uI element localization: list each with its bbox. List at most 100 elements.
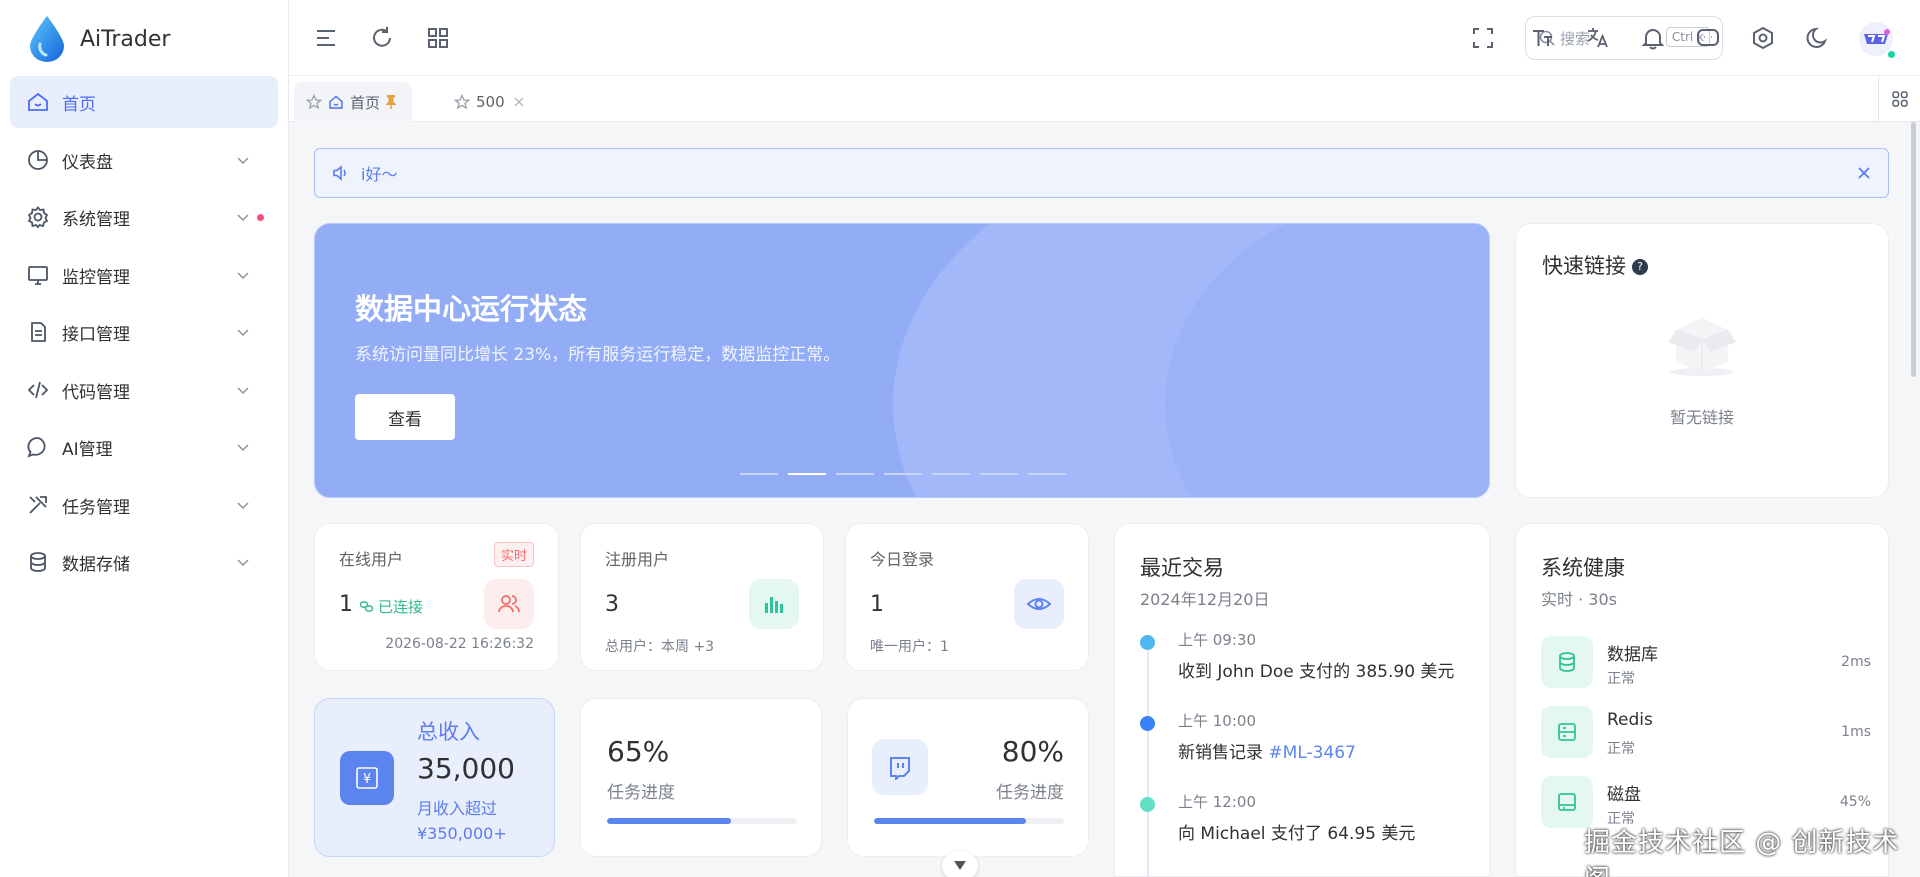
- tab-label: 500: [476, 93, 505, 111]
- font-size-icon[interactable]: [1530, 25, 1556, 51]
- chevron-down-icon: [234, 323, 252, 341]
- health-value: 45%: [1839, 794, 1871, 810]
- health-name: 磁盘: [1607, 785, 1641, 805]
- timeline-text: 向 Michael 支付了 64.95 美元: [1178, 824, 1416, 844]
- stat-value: 1: [870, 592, 884, 617]
- sidebar-item-label: 代码管理: [62, 382, 130, 403]
- home-icon: [328, 94, 344, 110]
- carousel-dot[interactable]: [932, 473, 970, 475]
- sidebar-item-api[interactable]: 接口管理: [10, 306, 278, 358]
- scroll-down-button[interactable]: [942, 851, 978, 877]
- carousel-dot[interactable]: [788, 473, 826, 475]
- scrollbar[interactable]: [1911, 122, 1916, 377]
- progress-fill: [874, 818, 1026, 824]
- star-icon[interactable]: [454, 94, 470, 110]
- progress-bar: [874, 818, 1064, 824]
- progress-bar: [607, 818, 797, 824]
- notice-bar: i好～: [314, 148, 1889, 198]
- sidebar-item-label: 任务管理: [62, 497, 130, 518]
- progress-fill: [607, 818, 731, 824]
- speaker-icon: [331, 163, 351, 183]
- fullscreen-icon[interactable]: [1470, 25, 1496, 51]
- task-progress-card-1: 65% 任务进度: [580, 698, 822, 857]
- sidebar: AiTrader 首页 仪表盘 系统管理 监控管理 接口管理 代码管理 AI管理…: [0, 0, 289, 877]
- card-title: 最近交易: [1140, 556, 1224, 580]
- bell-icon[interactable]: [1640, 25, 1666, 51]
- help-icon[interactable]: ?: [1632, 259, 1648, 275]
- realtime-badge: 实时: [493, 542, 534, 567]
- timeline-time: 上午 10:00: [1178, 712, 1256, 730]
- database-icon: [1541, 636, 1593, 688]
- banner-view-button[interactable]: 查看: [355, 394, 455, 440]
- health-name: 数据库: [1607, 645, 1658, 665]
- carousel-dot[interactable]: [980, 473, 1018, 475]
- chat-box-icon: [872, 739, 928, 795]
- empty-state-text: 暂无链接: [1669, 408, 1734, 427]
- chevron-down-icon: [234, 438, 252, 456]
- sidebar-item-label: 监控管理: [62, 267, 130, 288]
- banner-title: 数据中心运行状态: [355, 292, 588, 326]
- pin-icon[interactable]: [384, 94, 400, 110]
- sidebar-item-storage[interactable]: 数据存储: [10, 536, 278, 588]
- tab-label: 首页: [350, 93, 381, 112]
- stat-title: 在线用户: [339, 550, 404, 569]
- monitor-icon: [26, 263, 50, 287]
- stat-footnote: 唯一用户：1: [870, 639, 949, 655]
- tab-menu-button[interactable]: [1878, 76, 1920, 122]
- progress-label: 任务进度: [607, 783, 675, 803]
- carousel-dot[interactable]: [740, 473, 778, 475]
- star-icon[interactable]: [306, 94, 322, 110]
- health-status: 正常: [1607, 671, 1635, 687]
- order-link[interactable]: #ML-3467: [1268, 743, 1355, 763]
- sidebar-item-dashboard[interactable]: 仪表盘: [10, 134, 278, 186]
- quick-links-card: 快速链接? 暂无链接: [1515, 223, 1889, 498]
- progress-label: 任务进度: [996, 783, 1064, 803]
- timeline-dot: [1140, 716, 1155, 731]
- banner-carousel: 数据中心运行状态 系统访问量同比增长 23%，所有服务运行稳定，数据监控正常。 …: [314, 223, 1490, 498]
- sidebar-item-tasks[interactable]: 任务管理: [10, 479, 278, 531]
- carousel-dot[interactable]: [1028, 473, 1066, 475]
- notice-text: i好～: [361, 165, 398, 184]
- app-logo[interactable]: AiTrader: [30, 16, 170, 62]
- sidebar-item-label: 仪表盘: [62, 152, 113, 173]
- sidebar-item-ai[interactable]: AI管理: [10, 421, 278, 473]
- chevron-down-icon: [234, 151, 252, 169]
- bar-chart-icon: [761, 591, 787, 617]
- carousel-dot[interactable]: [836, 473, 874, 475]
- message-icon[interactable]: [1695, 25, 1721, 51]
- tools-icon: [26, 493, 50, 517]
- sidebar-item-system[interactable]: 系统管理: [10, 191, 278, 243]
- chevron-down-icon: [234, 381, 252, 399]
- quick-links-title: 快速链接?: [1542, 250, 1648, 280]
- stat-timestamp: 2026-08-22 16:26:32: [385, 636, 534, 652]
- online-status-dot: [1886, 49, 1897, 60]
- health-item-database: 数据库 正常 2ms: [1541, 636, 1871, 692]
- top-header: 搜索 Ctrl k: [289, 0, 1920, 76]
- app-title: AiTrader: [80, 26, 171, 52]
- carousel-dot[interactable]: [884, 473, 922, 475]
- settings-hexagon-icon[interactable]: [1750, 25, 1776, 51]
- sidebar-item-monitor[interactable]: 监控管理: [10, 249, 278, 301]
- close-icon[interactable]: [513, 96, 525, 108]
- apps-grid-icon[interactable]: [425, 25, 451, 51]
- timeline-text: 收到 John Doe 支付的 385.90 美元: [1178, 662, 1455, 682]
- moon-icon[interactable]: [1805, 25, 1831, 51]
- sidebar-item-code[interactable]: 代码管理: [10, 364, 278, 416]
- chevron-down-icon: [234, 553, 252, 571]
- card-title: 系统健康: [1541, 556, 1625, 580]
- code-icon: [26, 378, 50, 402]
- health-value: 2ms: [1841, 654, 1871, 670]
- refresh-icon[interactable]: [369, 25, 395, 51]
- close-icon[interactable]: [1854, 163, 1874, 183]
- menu-fold-icon[interactable]: [313, 25, 339, 51]
- notification-dot: [257, 214, 264, 221]
- timeline-dot: [1140, 797, 1155, 812]
- tab-500[interactable]: 500: [442, 82, 537, 122]
- online-users-card: 在线用户 实时 1 已连接 2026-08-22 16:26:32: [314, 523, 559, 671]
- sidebar-item-label: 首页: [62, 94, 96, 115]
- stat-title: 注册用户: [605, 550, 670, 569]
- tab-home[interactable]: 首页: [294, 82, 413, 122]
- translate-icon[interactable]: [1585, 25, 1611, 51]
- revenue-title: 总收入: [417, 720, 480, 744]
- sidebar-item-home[interactable]: 首页: [10, 76, 278, 128]
